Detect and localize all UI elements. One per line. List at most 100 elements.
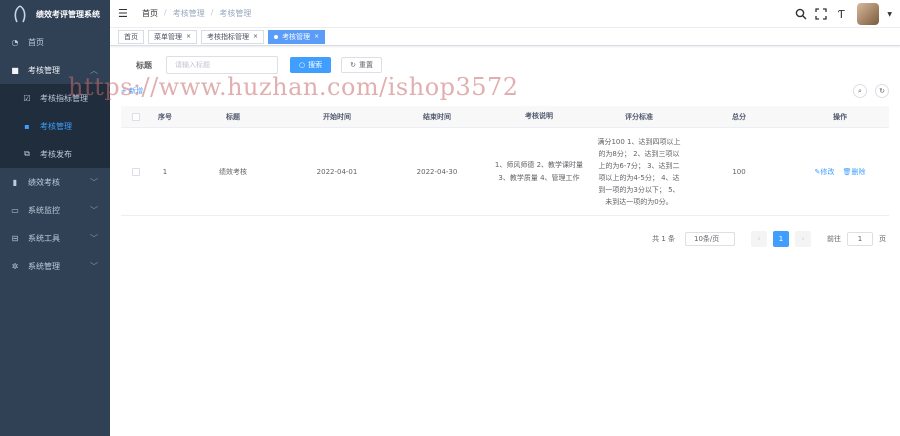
cell-end-time: 2022-04-30 (416, 167, 458, 176)
list-icon: ▪ (24, 121, 30, 131)
breadcrumb: 首页 / 考核管理 / 考核管理 (142, 8, 251, 19)
tag-menu[interactable]: 菜单管理 × (148, 29, 198, 44)
nav-right: Ƭ ▼ (795, 0, 892, 28)
search-button-label: 搜索 (308, 61, 323, 69)
row-checkbox[interactable] (132, 167, 140, 176)
page-number[interactable]: 1 (773, 231, 789, 247)
sidebar-item-performance[interactable]: ▮ 绩效考核 ﹀ (0, 168, 110, 196)
font-size-icon[interactable]: Ƭ (835, 8, 847, 21)
tag-home[interactable]: 首页 (118, 29, 144, 44)
search-button[interactable]: ○ 搜索 (290, 57, 332, 73)
sidebar-item-label: 首页 (28, 37, 44, 47)
next-page-button[interactable]: › (795, 231, 811, 247)
sidebar-item-monitor[interactable]: ▭ 系统监控 ﹀ (0, 196, 110, 224)
column-header: 总分 (732, 112, 746, 121)
sidebar-item-tools[interactable]: ⊟ 系统工具 ﹀ (0, 224, 110, 252)
title-search-input[interactable]: 请输入标题 (166, 56, 278, 74)
close-icon[interactable]: × (253, 33, 258, 40)
column-header: 评分标准 (625, 112, 653, 121)
sidebar-item-system[interactable]: ✲ 系统管理 ﹀ (0, 252, 110, 280)
tag-label: 菜单管理 (154, 32, 182, 41)
breadcrumb-separator: / (210, 8, 214, 17)
goto-page-input[interactable]: 1 (847, 232, 873, 246)
trash-icon: 🗑 (842, 167, 852, 176)
cell-title: 绩效考核 (219, 167, 247, 176)
edit-button[interactable]: ✎修改 (815, 168, 837, 176)
search-icon: ○ (299, 61, 306, 69)
sidebar-item-assessment-manage[interactable]: ▪ 考核管理 (0, 112, 110, 140)
monitor-icon: ▭ (11, 205, 19, 215)
chevron-down-icon: ﹀ (90, 261, 98, 271)
navbar: ☰ 首页 / 考核管理 / 考核管理 Ƭ ▼ (110, 0, 900, 28)
tags-view: 首页 菜单管理 × 考核指标管理 × 考核管理 × (110, 28, 900, 46)
page-suffix: 页 (879, 235, 886, 243)
bar-chart-icon: ▮ (12, 177, 18, 187)
title-label: 标题 (136, 60, 152, 70)
table-row: 1 绩效考核 2022-04-01 2022-04-30 1、师风师德 2、教学… (121, 128, 889, 216)
watermark: https://www.huzhan.com/ishop3572 (68, 73, 519, 101)
refresh-icon: ↻ (350, 61, 356, 69)
avatar[interactable] (857, 3, 880, 25)
tag-label: 考核指标管理 (207, 32, 250, 41)
column-header: 考核说明 (525, 112, 553, 120)
breadcrumb-item: 考核管理 (172, 9, 205, 18)
cell-start-time: 2022-04-01 (316, 167, 358, 176)
logo: 绩效考评管理系统 (0, 0, 110, 28)
cell-no: 1 (162, 167, 168, 176)
page-size-select[interactable]: 10条/页 (685, 232, 735, 246)
data-table: 序号 标题 开始时间 结束时间 考核说明 评分标准 总分 操作 1 绩效考核 2… (121, 106, 889, 216)
select-all-checkbox[interactable] (132, 112, 140, 121)
goto-label: 前往 (827, 235, 841, 243)
sidebar: 绩效考评管理系统 ◔ 首页 ■ 考核管理 ︿ ☑ 考核指标管理 ▪ 考核管理 ⧉… (0, 0, 110, 436)
gear-icon: ✲ (11, 261, 19, 271)
sidebar-item-label: 系统工具 (28, 233, 60, 243)
table-header: 序号 标题 开始时间 结束时间 考核说明 评分标准 总分 操作 (121, 106, 889, 128)
close-icon[interactable]: × (314, 33, 319, 40)
search-icon[interactable] (795, 8, 807, 20)
prev-page-button[interactable]: ‹ (751, 231, 767, 247)
reset-button-label: 重置 (358, 61, 373, 69)
right-toolbar: ⌕ ↻ (853, 84, 889, 98)
column-header: 结束时间 (423, 112, 451, 121)
refresh-button[interactable]: ↻ (875, 84, 889, 98)
caret-down-icon[interactable]: ▼ (887, 11, 892, 18)
pagination: 共 1 条 10条/页 ‹ 1 › 前往 1 页 (652, 231, 886, 247)
tag-label: 首页 (124, 32, 138, 41)
delete-button[interactable]: 🗑删除 (843, 168, 866, 176)
close-icon[interactable]: × (186, 33, 191, 40)
edit-label: 修改 (820, 167, 835, 176)
delete-label: 删除 (851, 167, 866, 176)
folder-icon: ■ (11, 65, 19, 75)
row-checkbox-cell (121, 167, 151, 176)
tag-assessment[interactable]: 考核管理 × (268, 29, 326, 44)
breadcrumb-separator: / (164, 8, 167, 17)
reset-button[interactable]: ↻ 重置 (341, 57, 382, 73)
cell-standard: 满分100 1、达到四项以上的为8分； 2、达到三项以上的为6-7分； 3、达到… (597, 137, 681, 206)
sidebar-item-label: 系统管理 (28, 261, 60, 271)
fullscreen-icon[interactable] (815, 8, 828, 20)
hamburger-icon[interactable]: ☰ (118, 7, 132, 20)
cell-total: 100 (732, 167, 746, 176)
chevron-down-icon: ﹀ (90, 233, 98, 243)
toggle-search-button[interactable]: ⌕ (853, 84, 867, 98)
pagination-total: 共 1 条 (652, 235, 675, 243)
external-link-icon: ⧉ (24, 149, 30, 158)
sidebar-item-label: 考核管理 (28, 65, 60, 75)
toolbox-icon: ⊟ (11, 233, 19, 243)
dashboard-icon: ◔ (11, 37, 19, 47)
cell-operations: ✎修改 🗑删除 (791, 167, 889, 177)
logo-icon (14, 5, 26, 23)
sidebar-item-publish[interactable]: ⧉ 考核发布 (0, 140, 110, 168)
sidebar-item-label: 绩效考核 (28, 177, 60, 187)
sidebar-item-label: 考核发布 (40, 149, 72, 159)
tag-indicator[interactable]: 考核指标管理 × (201, 29, 265, 44)
checkbox-icon: ☑ (23, 93, 31, 103)
sidebar-item-home[interactable]: ◔ 首页 (0, 28, 110, 56)
column-header: 序号 (158, 112, 172, 121)
select-all-checkbox-cell (121, 112, 151, 121)
active-dot-icon (274, 34, 279, 39)
breadcrumb-item[interactable]: 首页 (142, 8, 158, 19)
tag-label: 考核管理 (282, 32, 311, 41)
sidebar-item-label: 考核管理 (40, 121, 72, 131)
breadcrumb-item: 考核管理 (219, 9, 252, 18)
